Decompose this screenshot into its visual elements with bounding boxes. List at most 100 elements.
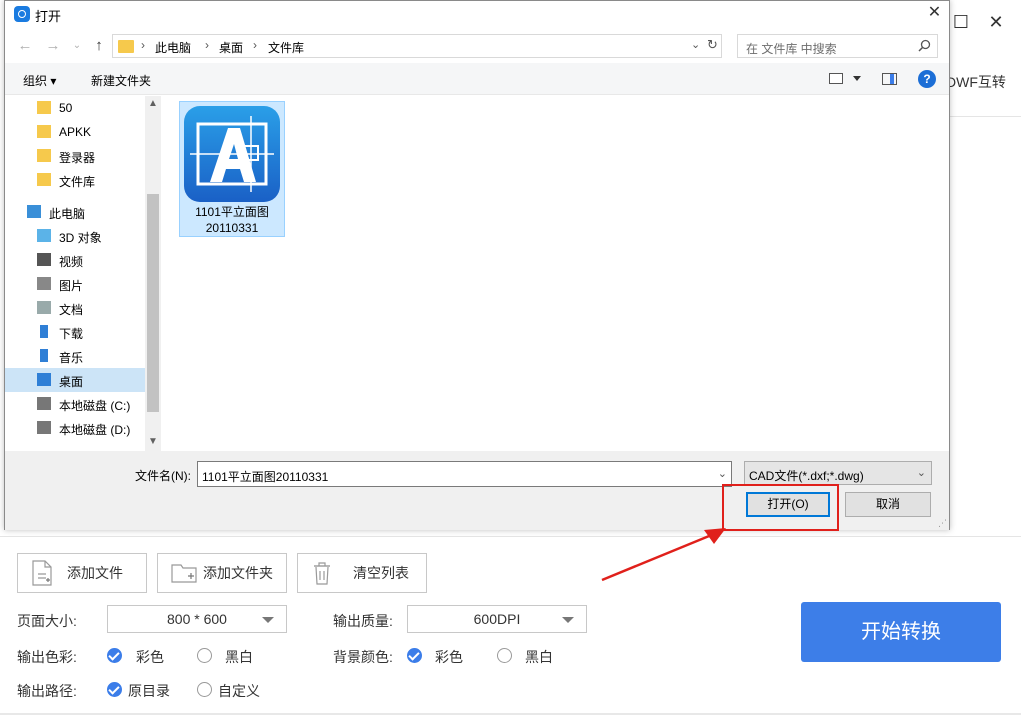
chevron-down-icon[interactable]: ⌄ (718, 467, 727, 480)
open-file-dialog: 打开 ✕ ← → ⌄ ↑ › 此电脑 › 桌面 › 文件库 ⌄ ↻ 在 文件库 … (4, 0, 950, 530)
cad-file-icon (184, 106, 280, 202)
bg-color-radio-checked[interactable] (407, 648, 422, 663)
back-arrow-icon[interactable]: ← (15, 36, 35, 56)
pictures-icon (37, 277, 51, 290)
breadcrumb-file-library[interactable]: 文件库 (268, 39, 304, 56)
nav-scrollbar[interactable]: ▲ ▼ (145, 96, 161, 451)
nav-tree-label: 图片 (59, 279, 84, 293)
folder-icon (37, 125, 51, 138)
add-folder-button[interactable]: 添加文件夹 (157, 553, 287, 593)
close-icon[interactable]: ✕ (920, 1, 949, 27)
original-dir-radio-checked[interactable] (107, 682, 122, 697)
nav-tree-item[interactable]: 音乐 (5, 344, 145, 368)
file-name-line2: 20110331 (205, 221, 259, 235)
nav-tree-item[interactable]: 图片 (5, 272, 145, 296)
nav-tree-item[interactable]: APKK (5, 120, 145, 144)
bg-bw-option-label: 黑白 (525, 649, 553, 665)
nav-tree-item[interactable]: 文件库 (5, 168, 145, 192)
nav-tree-label: 下载 (59, 327, 84, 341)
file-item-selected[interactable]: 1101平立面图 20110331 (179, 101, 285, 237)
output-quality-select[interactable]: 600DPI (407, 605, 587, 633)
chevron-right-icon[interactable]: › (141, 38, 145, 52)
organize-menu[interactable]: 组织 ▾ (23, 72, 56, 89)
output-quality-label: 输出质量: (333, 613, 393, 629)
folder-icon (118, 40, 134, 53)
divider (0, 713, 1021, 715)
nav-tree-item[interactable]: 登录器 (5, 144, 145, 168)
nav-tree-item[interactable]: 50 (5, 96, 145, 120)
close-icon[interactable]: ✕ (981, 8, 1011, 36)
search-input[interactable]: 在 文件库 中搜索 (737, 34, 938, 58)
filename-input[interactable]: 1101平立面图20110331 ⌄ (197, 461, 732, 487)
recent-chevron-icon[interactable]: ⌄ (67, 36, 87, 56)
preview-pane-icon[interactable] (882, 73, 897, 85)
bw-option-label: 黑白 (225, 649, 253, 665)
forward-arrow-icon[interactable]: → (43, 36, 63, 56)
help-icon[interactable]: ? (918, 70, 936, 88)
chevron-right-icon[interactable]: › (205, 38, 209, 52)
refresh-icon[interactable]: ↻ (707, 37, 721, 55)
dialog-title: 打开 (35, 9, 62, 24)
page-size-value: 800 * 600 (167, 611, 227, 627)
desktop-icon (37, 373, 51, 386)
nav-tree-item[interactable]: 文档 (5, 296, 145, 320)
file-type-filter[interactable]: CAD文件(*.dxf;*.dwg) ⌄ (744, 461, 932, 485)
chevron-down-icon (262, 617, 274, 623)
nav-tree-item[interactable]: 本地磁盘 (D:) (5, 416, 145, 440)
nav-tree-item[interactable]: 下载 (5, 320, 145, 344)
file-name-line1: 1101平立面图 (195, 205, 269, 219)
drive-d-icon (37, 421, 51, 434)
chevron-down-icon[interactable] (853, 76, 861, 81)
chevron-down-icon (562, 617, 574, 623)
nav-tree-label: 音乐 (59, 351, 84, 365)
color-radio-checked[interactable] (107, 648, 122, 663)
nav-tree-item[interactable]: 3D 对象 (5, 224, 145, 248)
folder-icon (37, 149, 51, 162)
cancel-button[interactable]: 取消 (845, 492, 931, 517)
maximize-icon[interactable]: ☐ (946, 8, 976, 36)
add-file-label: 添加文件 (67, 565, 123, 581)
divider (950, 116, 1021, 117)
dialog-toolbar: 组织 ▾ 新建文件夹 ? (5, 63, 949, 95)
nav-tree-item[interactable]: 桌面 (5, 368, 145, 392)
nav-tree-label: 此电脑 (49, 207, 86, 221)
filename-value: 1101平立面图20110331 (202, 470, 329, 484)
chevron-down-icon[interactable]: ⌄ (691, 38, 700, 51)
nav-tree-item[interactable]: 本地磁盘 (C:) (5, 392, 145, 416)
navigation-bar: ← → ⌄ ↑ › 此电脑 › 桌面 › 文件库 ⌄ ↻ 在 文件库 中搜索 (5, 31, 949, 61)
resize-grip-icon[interactable]: ⋰ (938, 518, 948, 528)
new-folder-button[interactable]: 新建文件夹 (91, 72, 151, 89)
output-quality-value: 600DPI (473, 611, 521, 627)
scroll-up-icon[interactable]: ▲ (148, 98, 158, 109)
clear-list-button[interactable]: 清空列表 (297, 553, 427, 593)
view-options-icon[interactable] (829, 73, 843, 84)
nav-tree-item[interactable]: 视频 (5, 248, 145, 272)
breadcrumb-this-pc[interactable]: 此电脑 (155, 39, 191, 56)
navigation-pane: 50 APKK 登录器 文件库此电脑 3D 对象 视频图片文档下载音乐桌面本地磁盘 (C:… (5, 96, 161, 451)
address-bar[interactable]: › 此电脑 › 桌面 › 文件库 ⌄ ↻ (112, 34, 722, 58)
start-convert-button[interactable]: 开始转换 (801, 602, 1001, 662)
nav-tree-label: 本地磁盘 (C:) (59, 399, 131, 413)
add-folder-label: 添加文件夹 (203, 565, 273, 581)
chevron-right-icon[interactable]: › (253, 38, 257, 52)
folder-icon (37, 173, 51, 186)
up-arrow-icon[interactable]: ↑ (89, 36, 109, 56)
search-icon[interactable] (918, 39, 931, 52)
nav-tree-item[interactable]: 此电脑 (5, 200, 145, 224)
custom-dir-radio[interactable] (197, 682, 212, 697)
add-file-button[interactable]: 添加文件 (17, 553, 147, 593)
add-file-icon (31, 560, 53, 586)
nav-tree-label: 文档 (59, 303, 84, 317)
download-icon (40, 325, 48, 338)
output-path-label: 输出路径: (17, 683, 77, 699)
scroll-down-icon[interactable]: ▼ (148, 436, 158, 447)
bw-radio[interactable] (197, 648, 212, 663)
documents-icon (37, 301, 51, 314)
scroll-thumb[interactable] (147, 194, 159, 412)
breadcrumb-desktop[interactable]: 桌面 (219, 39, 243, 56)
conversion-tab-label[interactable]: DWF互转 (946, 72, 1006, 92)
bg-bw-radio[interactable] (497, 648, 512, 663)
page-size-select[interactable]: 800 * 600 (107, 605, 287, 633)
page-size-label: 页面大小: (17, 613, 77, 629)
nav-tree-label: 本地磁盘 (D:) (59, 423, 131, 437)
